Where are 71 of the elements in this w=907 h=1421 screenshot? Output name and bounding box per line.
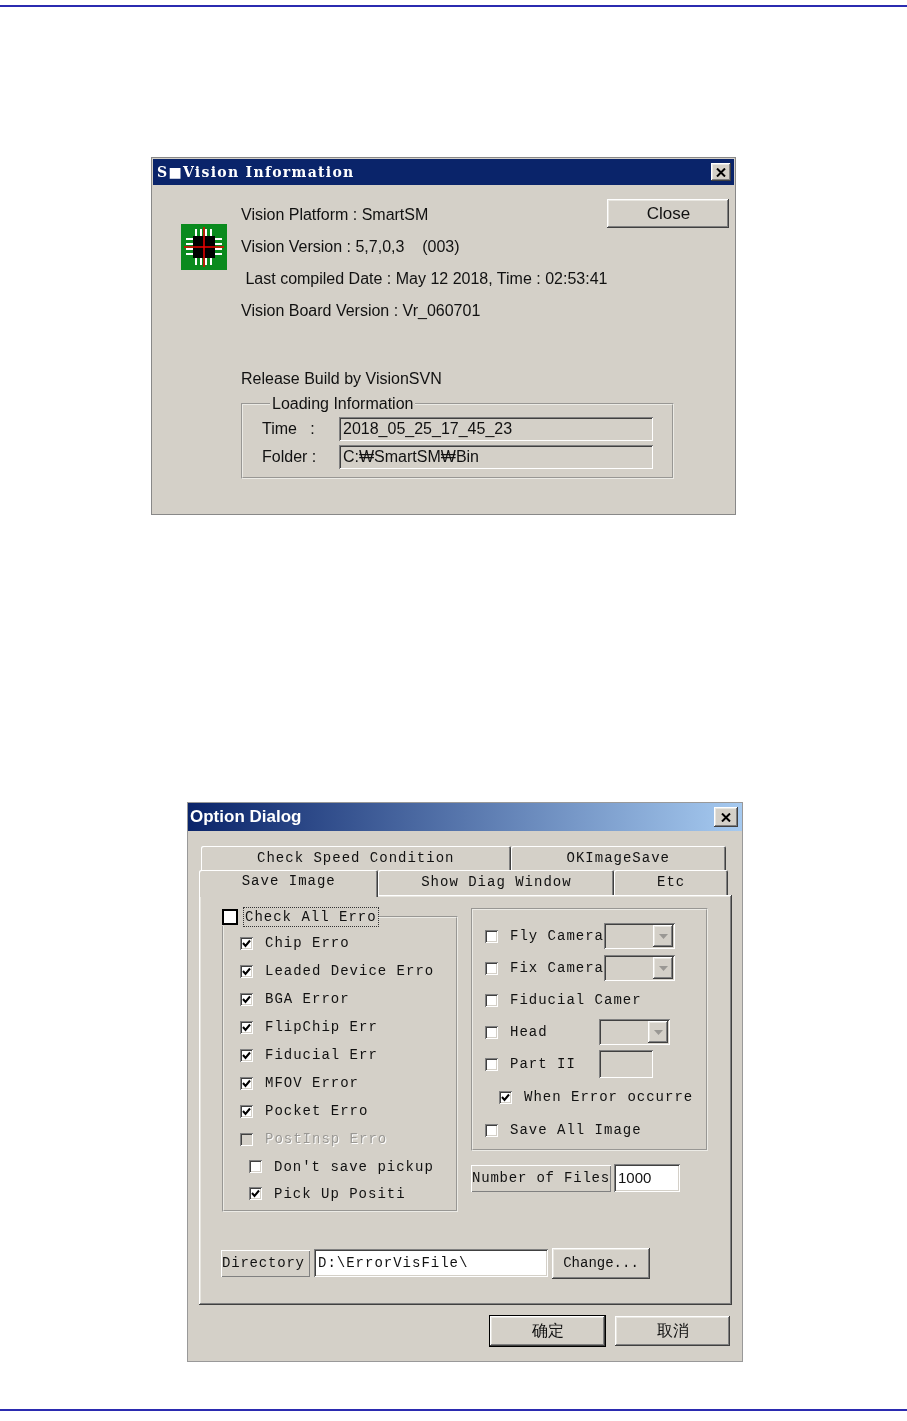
- checkbox-label[interactable]: Part II: [510, 1056, 599, 1072]
- caret-icon: [658, 933, 668, 939]
- input-field[interactable]: 1000: [614, 1164, 681, 1192]
- group-title: Loading Information: [271, 395, 415, 413]
- caret-icon: [653, 1029, 663, 1035]
- checkbox[interactable]: [249, 1160, 262, 1173]
- checkbox[interactable]: [240, 964, 253, 978]
- checkbox-label[interactable]: Chip Erro: [265, 935, 350, 951]
- checkbox-label[interactable]: Pick Up Positi: [274, 1185, 406, 1202]
- info-text: Vision Board Version : Vr_060701: [241, 301, 482, 321]
- checkbox[interactable]: [222, 909, 238, 925]
- checkbox[interactable]: [240, 936, 253, 950]
- close-button[interactable]: Close: [607, 199, 730, 228]
- checkbox-label[interactable]: Save All Image: [510, 1122, 642, 1138]
- tab[interactable]: Show Diag Window: [378, 870, 615, 895]
- close-button[interactable]: [711, 163, 731, 181]
- info-text: Release Build by VisionSVN: [241, 369, 443, 389]
- info-text: Last compiled Date : May 12 2018, Time : 02:53:41: [244, 269, 608, 289]
- tab[interactable]: Save Image: [199, 870, 379, 897]
- checkbox[interactable]: [240, 1020, 253, 1034]
- dropdown[interactable]: [599, 1019, 670, 1045]
- chip-icon: [181, 224, 227, 270]
- tab[interactable]: Check Speed Condition: [201, 846, 511, 870]
- checkbox[interactable]: [485, 961, 498, 975]
- close-icon: [721, 812, 731, 822]
- field-label: Number of Files: [471, 1164, 612, 1192]
- caret-icon: [658, 965, 668, 971]
- dropdown[interactable]: [604, 923, 675, 949]
- tab[interactable]: Etc: [614, 870, 728, 895]
- window-title: S■Vision Information: [157, 164, 355, 180]
- checkbox-label[interactable]: FlipChip Err: [265, 1019, 378, 1035]
- checkbox[interactable]: [240, 992, 253, 1006]
- close-button[interactable]: [714, 807, 738, 827]
- checkbox[interactable]: [485, 1057, 498, 1071]
- dropdown[interactable]: [604, 955, 675, 981]
- checkbox-label[interactable]: Fix Camera: [510, 960, 604, 976]
- checkbox-label[interactable]: Fiducial Err: [265, 1047, 378, 1063]
- input-field[interactable]: [599, 1050, 653, 1078]
- checkbox[interactable]: [499, 1090, 512, 1104]
- input-field[interactable]: 2018_05_25_17_45_23: [339, 417, 653, 441]
- field-label: Time :: [262, 420, 316, 438]
- checkbox[interactable]: [485, 993, 498, 1007]
- checkbox-label[interactable]: When Error occurre: [524, 1089, 694, 1105]
- checkbox[interactable]: [240, 1104, 253, 1118]
- close-icon: [716, 167, 726, 177]
- field-label: Directory: [221, 1249, 310, 1277]
- window-title: Option Dialog: [190, 807, 302, 827]
- checkbox-label[interactable]: Leaded Device Erro: [265, 963, 435, 979]
- tab[interactable]: OKImageSave: [510, 846, 726, 870]
- checkbox-label[interactable]: Fly Camera: [510, 928, 604, 944]
- checkbox[interactable]: [240, 1076, 253, 1090]
- checkbox-label[interactable]: Check All Erro: [244, 908, 378, 926]
- checkbox-label[interactable]: MFOV Error: [265, 1075, 359, 1091]
- checkbox[interactable]: [240, 1048, 253, 1062]
- input-field[interactable]: D:\ErrorVisFile\: [314, 1249, 548, 1277]
- info-text: Vision Platform : SmartSM: [241, 205, 430, 225]
- checkbox-label[interactable]: BGA Error: [265, 991, 350, 1007]
- info-text: Vision Version : 5,7,0,3 (003): [241, 237, 461, 257]
- ok-button[interactable]: 确定: [490, 1316, 605, 1346]
- checkbox-label[interactable]: Fiducial Camer: [510, 992, 642, 1008]
- change-button[interactable]: Change...: [552, 1247, 650, 1279]
- checkbox[interactable]: [485, 1123, 498, 1137]
- cancel-button[interactable]: 取消: [615, 1316, 730, 1346]
- checkbox-label[interactable]: Don't save pickup: [274, 1158, 434, 1175]
- checkbox-label[interactable]: Head: [510, 1024, 599, 1040]
- input-field[interactable]: C:₩SmartSM₩Bin: [339, 445, 653, 469]
- checkbox[interactable]: [485, 929, 498, 943]
- checkbox[interactable]: [249, 1187, 262, 1200]
- checkbox-label[interactable]: Pocket Erro: [265, 1103, 369, 1119]
- field-label: Folder :: [262, 448, 318, 466]
- checkbox[interactable]: [485, 1025, 498, 1039]
